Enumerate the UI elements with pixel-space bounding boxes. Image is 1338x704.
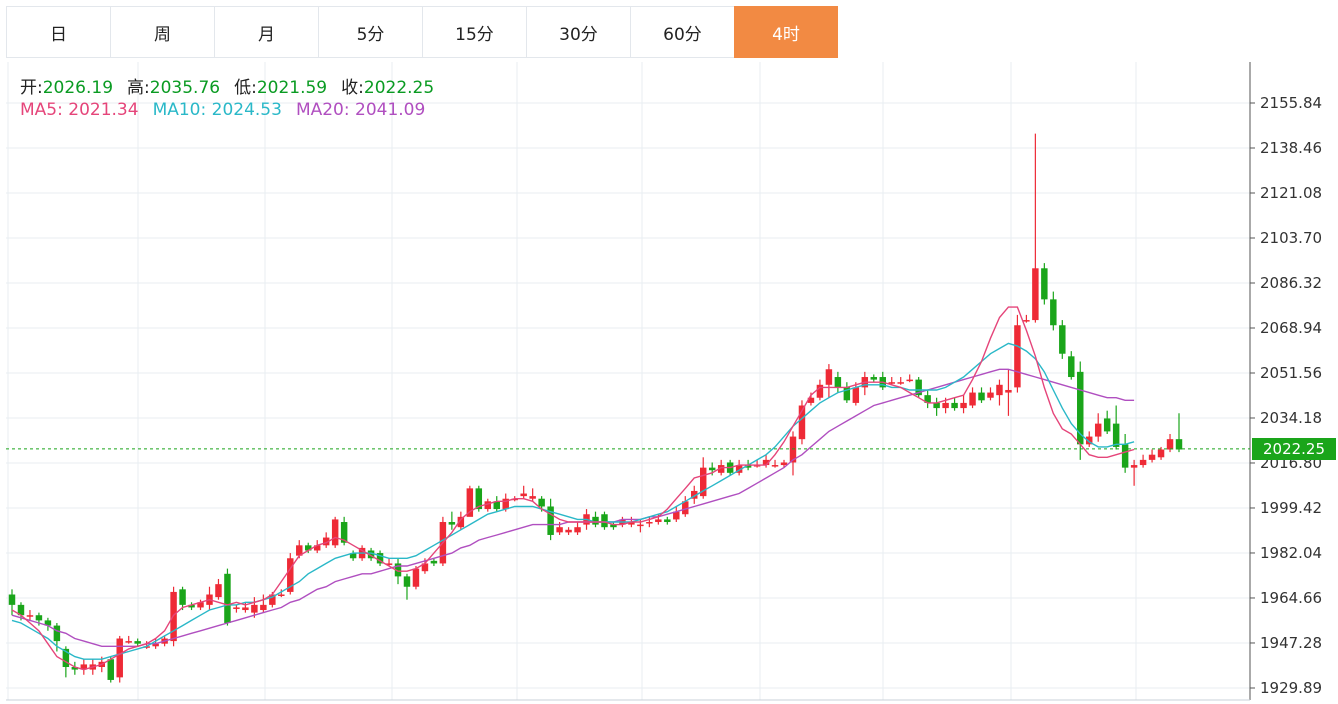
candle-body-124 bbox=[1121, 444, 1129, 468]
y-tick-label-1: 2138.46 bbox=[1260, 139, 1322, 157]
y-tick-label-5: 2068.94 bbox=[1260, 319, 1322, 337]
candle-body-99 bbox=[897, 382, 904, 384]
candle-body-107 bbox=[969, 392, 976, 406]
candle-body-85 bbox=[771, 465, 779, 467]
high-value: 2035.76 bbox=[149, 78, 221, 98]
candle-body-94 bbox=[852, 387, 860, 403]
candle-body-5 bbox=[53, 625, 61, 642]
ma5-line bbox=[11, 306, 1135, 671]
candle-body-13 bbox=[125, 641, 132, 643]
ohlc-readout: 开:2026.19 高:2035.76 低:2021.59 收:2022.25 bbox=[20, 73, 434, 98]
y-tick-label-4: 2086.32 bbox=[1260, 274, 1322, 292]
current-price-tag: 2022.25 bbox=[1252, 437, 1336, 460]
candle-body-92 bbox=[834, 377, 842, 388]
candle-body-49 bbox=[448, 522, 456, 525]
candle-body-70 bbox=[637, 524, 644, 527]
candle-body-129 bbox=[1166, 439, 1174, 450]
ma20-label: MA20: bbox=[295, 100, 350, 120]
y-tick-label-12: 1947.28 bbox=[1260, 634, 1322, 652]
candle-body-128 bbox=[1157, 449, 1165, 458]
candle-body-96 bbox=[870, 377, 878, 380]
candle-body-27 bbox=[251, 604, 258, 613]
candle-body-66 bbox=[601, 514, 608, 528]
candle-body-47 bbox=[430, 560, 438, 564]
candle-body-122 bbox=[1103, 418, 1111, 432]
candle-body-63 bbox=[574, 527, 581, 533]
candle-body-112 bbox=[1014, 325, 1021, 388]
candle-body-91 bbox=[825, 369, 833, 385]
candle-body-19 bbox=[179, 589, 186, 605]
candle-body-71 bbox=[646, 522, 653, 524]
candle-body-130 bbox=[1175, 439, 1183, 450]
candle-body-105 bbox=[951, 402, 958, 409]
candle-body-108 bbox=[978, 392, 985, 401]
ma5-value: 2021.34 bbox=[68, 100, 139, 120]
candle-body-25 bbox=[233, 607, 240, 609]
candle-body-23 bbox=[215, 584, 222, 598]
y-tick-label-2: 2121.08 bbox=[1260, 184, 1322, 202]
candle-body-30 bbox=[278, 594, 285, 597]
open-value: 2026.19 bbox=[42, 78, 114, 98]
high-label: 高: bbox=[127, 78, 150, 98]
candle-body-72 bbox=[655, 519, 662, 523]
candle-body-118 bbox=[1068, 356, 1075, 378]
ma20-value: 2041.09 bbox=[355, 100, 426, 120]
candle-body-127 bbox=[1148, 454, 1156, 460]
candle-body-126 bbox=[1139, 459, 1147, 466]
close-label: 收: bbox=[341, 78, 364, 98]
candle-body-104 bbox=[942, 402, 949, 409]
y-tick-label-13: 1929.89 bbox=[1260, 679, 1322, 697]
low-label: 低: bbox=[234, 78, 257, 98]
candle-body-103 bbox=[933, 402, 940, 409]
y-tick-label-0: 2155.84 bbox=[1260, 94, 1322, 112]
low-value: 2021.59 bbox=[256, 78, 328, 98]
candle-body-113 bbox=[1023, 320, 1030, 322]
candle-body-100 bbox=[906, 379, 913, 382]
candle-body-86 bbox=[780, 462, 788, 466]
candle-body-14 bbox=[134, 641, 141, 644]
candle-body-24 bbox=[224, 573, 231, 623]
candle-body-62 bbox=[565, 529, 572, 533]
candle-body-73 bbox=[664, 519, 671, 523]
candle-body-0 bbox=[8, 594, 16, 605]
candle-body-125 bbox=[1130, 465, 1138, 468]
y-tick-label-11: 1964.66 bbox=[1260, 589, 1322, 607]
candle-body-12 bbox=[116, 638, 123, 678]
open-label: 开: bbox=[20, 78, 43, 98]
y-tick-label-7: 2034.18 bbox=[1260, 409, 1322, 427]
candle-body-26 bbox=[242, 607, 249, 611]
candle-body-109 bbox=[987, 392, 994, 398]
ma-readout: MA5: 2021.34 MA10: 2024.53 MA20: 2041.09 bbox=[20, 100, 425, 120]
ma10-label: MA10: bbox=[152, 100, 207, 120]
candle-body-106 bbox=[960, 402, 967, 409]
candle-body-59 bbox=[538, 498, 545, 507]
candle-body-2 bbox=[26, 615, 34, 617]
ma5-label: MA5: bbox=[20, 100, 63, 120]
candle-body-58 bbox=[529, 496, 536, 499]
ma10-value: 2024.53 bbox=[211, 100, 282, 120]
candle-body-110 bbox=[996, 384, 1003, 396]
y-tick-label-9: 1999.42 bbox=[1260, 499, 1322, 517]
candle-body-3 bbox=[35, 615, 43, 621]
candle-body-114 bbox=[1032, 268, 1039, 321]
y-tick-label-10: 1982.04 bbox=[1260, 544, 1322, 562]
candle-body-116 bbox=[1050, 299, 1057, 326]
candle-body-78 bbox=[708, 467, 716, 471]
candle-body-121 bbox=[1094, 423, 1102, 437]
y-tick-label-3: 2103.70 bbox=[1260, 229, 1322, 247]
candle-body-111 bbox=[1005, 389, 1012, 393]
y-tick-label-6: 2051.56 bbox=[1260, 364, 1322, 382]
candle-body-57 bbox=[520, 493, 527, 497]
candle-body-11 bbox=[107, 659, 114, 680]
candle-body-117 bbox=[1059, 325, 1066, 354]
candle-body-123 bbox=[1112, 423, 1120, 447]
candle-body-36 bbox=[331, 519, 339, 546]
candle-body-115 bbox=[1041, 268, 1048, 300]
close-value: 2022.25 bbox=[363, 78, 435, 98]
candle-body-45 bbox=[412, 568, 420, 587]
candle-body-28 bbox=[260, 604, 267, 611]
candle-body-61 bbox=[556, 527, 563, 533]
candle-body-44 bbox=[403, 576, 411, 587]
